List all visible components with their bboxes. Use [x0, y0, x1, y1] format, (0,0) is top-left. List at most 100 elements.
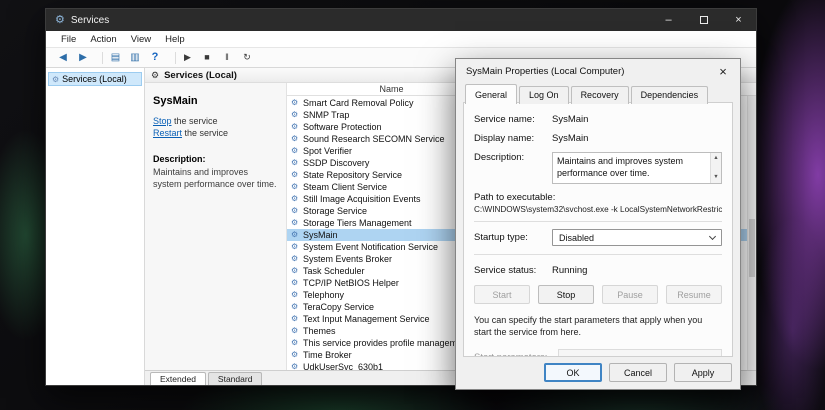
tree-item-services-local[interactable]: ⚙ Services (Local) [48, 72, 142, 86]
menu-item[interactable]: File [54, 34, 83, 45]
service-status-value: Running [552, 265, 722, 276]
service-gear-icon: ⚙ [291, 339, 300, 347]
description-textarea[interactable]: Maintains and improves system performanc… [552, 152, 722, 184]
scrollbar-thumb[interactable] [749, 219, 755, 277]
service-name: SSDP Discovery [303, 158, 369, 168]
service-name: System Event Notification Service [303, 242, 438, 252]
dialog-title: SysMain Properties (Local Computer) [466, 66, 624, 77]
service-gear-icon: ⚙ [291, 99, 300, 107]
start-service-icon[interactable]: ▶ [178, 50, 196, 66]
service-name-value: SysMain [552, 114, 722, 125]
startup-type-select[interactable]: Disabled [552, 229, 722, 246]
path-label: Path to executable: [474, 192, 722, 203]
service-name: Smart Card Removal Policy [303, 98, 414, 108]
start-service-button[interactable]: Start [474, 285, 530, 304]
dialog-tab[interactable]: Dependencies [631, 86, 709, 104]
pause-service-button[interactable]: Pause [602, 285, 658, 304]
dialog-tab[interactable]: General [465, 84, 517, 104]
service-gear-icon: ⚙ [291, 135, 300, 143]
dialog-tab[interactable]: Log On [519, 86, 569, 104]
menu-item[interactable]: Help [158, 34, 192, 45]
service-gear-icon: ⚙ [291, 267, 300, 275]
service-gear-icon: ⚙ [291, 363, 300, 370]
help-icon[interactable]: ? [146, 50, 164, 66]
view-tab[interactable]: Extended [150, 372, 206, 385]
stop-service-link[interactable]: Stop [153, 116, 172, 126]
view-tab[interactable]: Standard [208, 372, 263, 385]
properties-dialog: SysMain Properties (Local Computer) × Ge… [455, 58, 741, 390]
tree-item-label: Services (Local) [62, 74, 127, 84]
service-name: Telephony [303, 290, 344, 300]
service-name-label: Service name: [474, 114, 552, 125]
description-label: Description: [153, 154, 278, 164]
pause-service-icon[interactable]: ‖ [218, 50, 236, 66]
description-label: Description: [474, 152, 552, 163]
service-gear-icon: ⚙ [291, 207, 300, 215]
maximize-button[interactable] [686, 9, 721, 31]
ok-button[interactable]: OK [544, 363, 602, 382]
stop-service-icon[interactable]: ■ [198, 50, 216, 66]
dialog-footer: OK Cancel Apply [544, 363, 732, 382]
service-gear-icon: ⚙ [291, 279, 300, 287]
minimize-button[interactable]: – [651, 9, 686, 31]
window-titlebar[interactable]: ⚙ Services – × [46, 9, 756, 31]
close-icon: × [735, 14, 741, 26]
description-scrollbar[interactable]: ▲ ▼ [710, 153, 721, 183]
services-app-icon: ⚙ [55, 15, 65, 26]
resume-service-button[interactable]: Resume [666, 285, 722, 304]
selected-service-title: SysMain [153, 95, 278, 107]
service-name: State Repository Service [303, 170, 402, 180]
dialog-titlebar[interactable]: SysMain Properties (Local Computer) × [456, 59, 740, 83]
stop-service-button[interactable]: Stop [538, 285, 594, 304]
service-name: Still Image Acquisition Events [303, 194, 421, 204]
minimize-icon: – [665, 14, 671, 26]
dialog-tab[interactable]: Recovery [571, 86, 629, 104]
desktop: ⚙ Services – × FileActionViewHelp ◀▶▤▥?▶… [0, 0, 825, 410]
general-tab-page: Service name: SysMain Display name: SysM… [463, 102, 733, 357]
service-name: Storage Tiers Management [303, 218, 412, 228]
scroll-up-icon[interactable]: ▲ [713, 155, 718, 162]
service-gear-icon: ⚙ [291, 183, 300, 191]
menu-item[interactable]: Action [83, 34, 123, 45]
service-gear-icon: ⚙ [291, 291, 300, 299]
back-icon[interactable]: ◀ [54, 50, 72, 66]
start-parameters-input[interactable] [558, 349, 722, 357]
restart-service-link[interactable]: Restart [153, 128, 182, 138]
dialog-close-button[interactable]: × [706, 59, 740, 83]
services-node-icon: ⚙ [52, 75, 59, 84]
service-gear-icon: ⚙ [291, 315, 300, 323]
service-control-buttons: Start Stop Pause Resume [474, 285, 722, 304]
service-name: Text Input Management Service [303, 314, 430, 324]
display-name-value: SysMain [552, 133, 722, 144]
chevron-down-icon [709, 232, 716, 239]
service-gear-icon: ⚙ [291, 147, 300, 155]
cancel-button[interactable]: Cancel [609, 363, 667, 382]
console-tree-icon[interactable]: ▤ [106, 50, 124, 66]
list-scrollbar[interactable] [747, 96, 756, 370]
startup-type-value: Disabled [559, 233, 594, 243]
services-header-label: Services (Local) [164, 70, 237, 81]
service-gear-icon: ⚙ [291, 255, 300, 263]
start-parameters-label: Start parameters: [474, 352, 558, 357]
start-parameters-hint: You can specify the start parameters tha… [474, 314, 722, 338]
divider [474, 254, 722, 255]
menubar: FileActionViewHelp [46, 31, 756, 48]
service-name: TeraCopy Service [303, 302, 374, 312]
forward-icon[interactable]: ▶ [74, 50, 92, 66]
service-name: System Events Broker [303, 254, 392, 264]
service-gear-icon: ⚙ [291, 351, 300, 359]
restart-service-icon[interactable]: ↻ [238, 50, 256, 66]
scroll-down-icon[interactable]: ▼ [713, 174, 718, 181]
close-button[interactable]: × [721, 9, 756, 31]
path-to-executable: C:\WINDOWS\system32\svchost.exe -k Local… [474, 205, 722, 214]
dialog-tabs: GeneralLog OnRecoveryDependencies [465, 86, 710, 104]
menu-item[interactable]: View [124, 34, 158, 45]
service-name: SysMain [303, 230, 338, 240]
window-controls: – × [651, 9, 756, 31]
apply-button[interactable]: Apply [674, 363, 732, 382]
export-list-icon[interactable]: ▥ [126, 50, 144, 66]
restart-service-line: Restart the service [153, 128, 278, 138]
startup-type-label: Startup type: [474, 232, 552, 243]
service-name: Steam Client Service [303, 182, 387, 192]
service-name: SNMP Trap [303, 110, 349, 120]
